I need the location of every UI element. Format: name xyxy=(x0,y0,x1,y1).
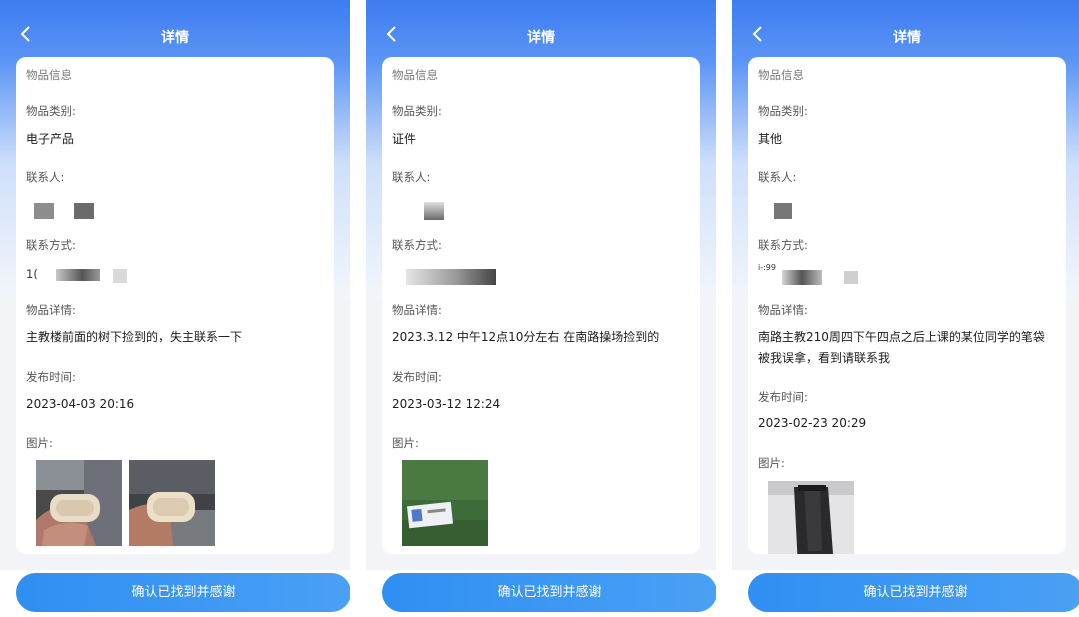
category-value: 电子产品 xyxy=(26,132,75,146)
detail-label: 物品详情: xyxy=(758,303,808,317)
info-card: 物品信息 物品类别: 其他 联系人: 联系方式: i-:99 物品详情: 南路主… xyxy=(748,57,1066,554)
contact-redacted xyxy=(424,202,444,220)
contact-method-redacted xyxy=(56,269,100,281)
section-title: 物品信息 xyxy=(392,68,438,82)
image-label: 图片: xyxy=(392,436,419,450)
time-value: 2023-03-12 12:24 xyxy=(392,397,501,411)
item-photo[interactable] xyxy=(402,460,488,546)
detail-value: 主教楼前面的树下捡到的，失主联系一下 xyxy=(26,330,243,344)
detail-value: 南路主教210周四下午四点之后上课的某位同学的笔袋被我误拿，看到请联系我 xyxy=(758,330,1045,365)
contact-method-redacted xyxy=(844,271,858,284)
contact-redacted xyxy=(774,203,792,219)
detail-screen-1: 详情 物品信息 物品类别: 电子产品 联系人: 联系方式: 1( 物品详情: 主… xyxy=(0,0,350,617)
confirm-found-button[interactable]: 确认已找到并感谢 xyxy=(748,573,1079,612)
contact-redacted xyxy=(74,203,94,219)
section-title: 物品信息 xyxy=(758,68,804,82)
contact-redacted xyxy=(34,203,54,219)
nav-bar: 详情 xyxy=(0,0,350,60)
detail-label: 物品详情: xyxy=(26,303,76,317)
contact-method-label: 联系方式: xyxy=(758,238,808,252)
item-photo[interactable] xyxy=(36,460,122,546)
time-label: 发布时间: xyxy=(758,390,808,404)
category-label: 物品类别: xyxy=(758,104,808,118)
category-value: 其他 xyxy=(758,132,783,146)
category-label: 物品类别: xyxy=(26,104,76,118)
image-label: 图片: xyxy=(758,456,785,470)
info-card: 物品信息 物品类别: 证件 联系人: 联系方式: 物品详情: 2023.3.12… xyxy=(382,57,700,554)
page-title: 详情 xyxy=(893,30,921,46)
time-value: 2023-02-23 20:29 xyxy=(758,416,867,430)
nav-bar: 详情 xyxy=(366,0,716,60)
contact-label: 联系人: xyxy=(26,170,65,184)
category-value: 证件 xyxy=(392,132,417,146)
image-label: 图片: xyxy=(26,436,53,450)
contact-method-prefix: 1( xyxy=(26,267,38,281)
page-title: 详情 xyxy=(161,30,189,46)
page-title: 详情 xyxy=(527,30,555,46)
nav-bar: 详情 xyxy=(732,0,1079,60)
detail-label: 物品详情: xyxy=(392,303,442,317)
contact-method-redacted xyxy=(782,270,822,285)
section-title: 物品信息 xyxy=(26,68,72,82)
detail-value: 2023.3.12 中午12点10分左右 在南路操场捡到的 xyxy=(392,330,660,344)
time-label: 发布时间: xyxy=(392,370,442,384)
contact-method-label: 联系方式: xyxy=(26,238,76,252)
detail-screen-2: 详情 物品信息 物品类别: 证件 联系人: 联系方式: 物品详情: 2023.3… xyxy=(366,0,716,617)
detail-screen-3: 详情 物品信息 物品类别: 其他 联系人: 联系方式: i-:99 物品详情: … xyxy=(732,0,1079,617)
time-value: 2023-04-03 20:16 xyxy=(26,397,135,411)
contact-method-prefix: i-:99 xyxy=(758,263,776,272)
contact-method-label: 联系方式: xyxy=(392,238,442,252)
time-label: 发布时间: xyxy=(26,370,76,384)
item-photo[interactable] xyxy=(129,460,215,546)
contact-method-redacted xyxy=(406,269,496,285)
contact-label: 联系人: xyxy=(758,170,797,184)
category-label: 物品类别: xyxy=(392,104,442,118)
item-photo[interactable] xyxy=(768,481,854,554)
contact-method-redacted xyxy=(113,269,127,283)
confirm-found-button[interactable]: 确认已找到并感谢 xyxy=(382,573,716,612)
confirm-found-button[interactable]: 确认已找到并感谢 xyxy=(16,573,350,612)
info-card: 物品信息 物品类别: 电子产品 联系人: 联系方式: 1( 物品详情: 主教楼前… xyxy=(16,57,334,554)
contact-label: 联系人: xyxy=(392,170,431,184)
